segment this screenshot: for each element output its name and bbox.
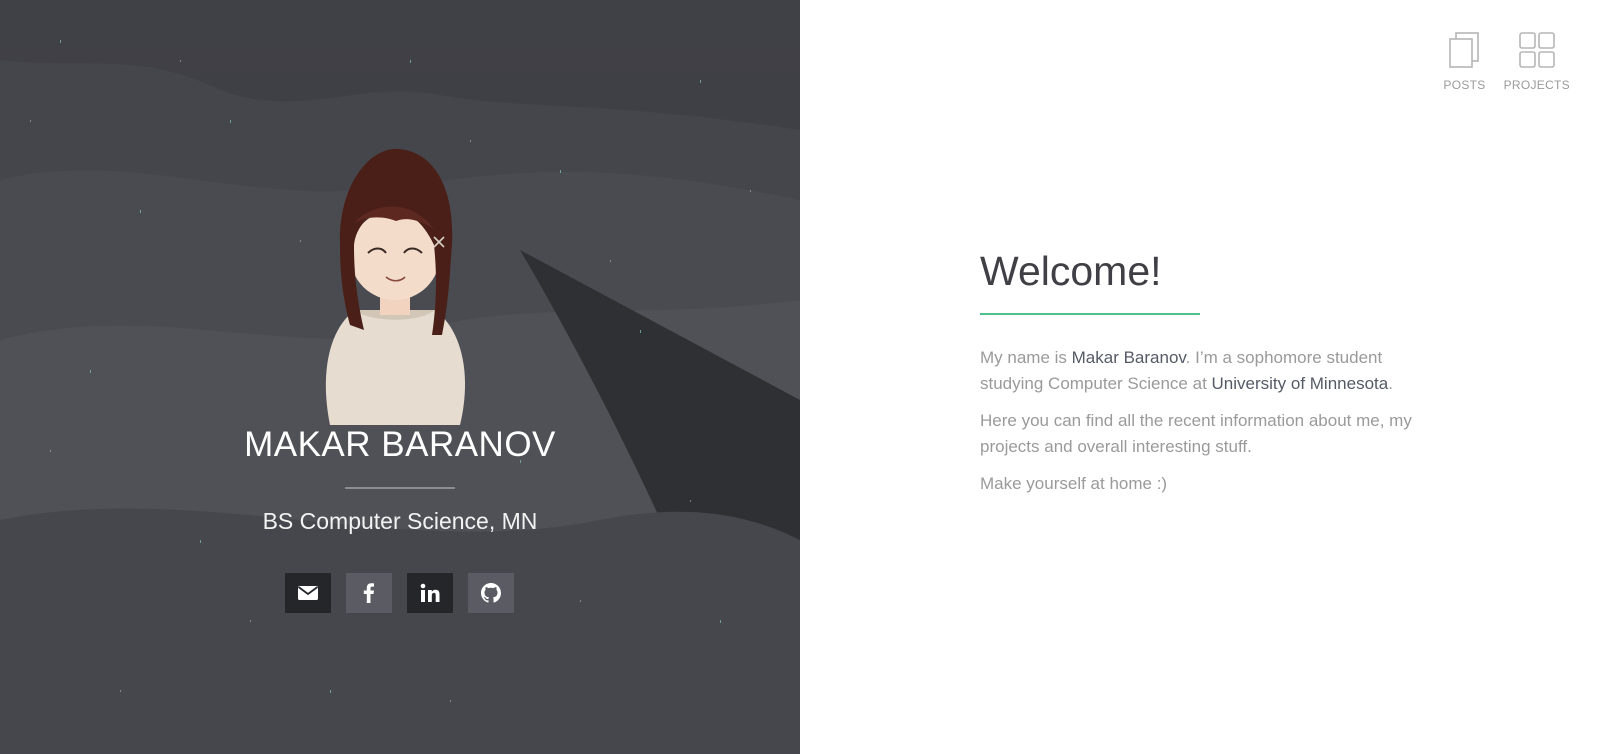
facebook-button[interactable]: [346, 573, 392, 613]
top-nav: POSTS PROJECTS: [1443, 28, 1570, 92]
about-section: My name is Makar Baranov. I’m a sophomor…: [980, 345, 1420, 508]
grid-icon: [1517, 28, 1557, 72]
facebook-icon: [363, 583, 374, 603]
nav-posts-label: POSTS: [1443, 78, 1486, 92]
intro-text-end: .: [1388, 374, 1393, 393]
profile-name: MAKAR BARANOV: [244, 425, 556, 464]
about-paragraph-info: Here you can find all the recent informa…: [980, 411, 1412, 456]
linkedin-icon: [420, 583, 440, 602]
github-icon: [481, 583, 501, 603]
welcome-title: Welcome!: [980, 248, 1162, 294]
welcome-divider: [980, 313, 1200, 315]
hero-content: MAKAR BARANOV BS Computer Science, MN: [0, 0, 800, 754]
github-button[interactable]: [468, 573, 514, 613]
name-divider: [345, 487, 455, 489]
avatar: [325, 148, 466, 425]
about-paragraph-intro: My name is Makar Baranov. I’m a sophomor…: [980, 345, 1420, 397]
social-links: [285, 573, 514, 613]
about-paragraph-closing: Make yourself at home :): [980, 474, 1168, 493]
nav-posts[interactable]: POSTS: [1443, 28, 1485, 92]
email-button[interactable]: [285, 573, 331, 613]
university-link[interactable]: University of Minnesota: [1212, 374, 1389, 393]
profile-subtitle: BS Computer Science, MN: [262, 508, 538, 534]
intro-text-start: My name is: [980, 348, 1072, 367]
hero-panel: MAKAR BARANOV BS Computer Science, MN: [0, 0, 800, 754]
nav-projects[interactable]: PROJECTS: [1504, 28, 1570, 92]
envelope-icon: [297, 586, 319, 600]
posts-icon: [1444, 28, 1484, 72]
highlight-name: Makar Baranov: [1071, 348, 1186, 367]
nav-projects-label: PROJECTS: [1503, 78, 1570, 92]
linkedin-button[interactable]: [407, 573, 453, 613]
